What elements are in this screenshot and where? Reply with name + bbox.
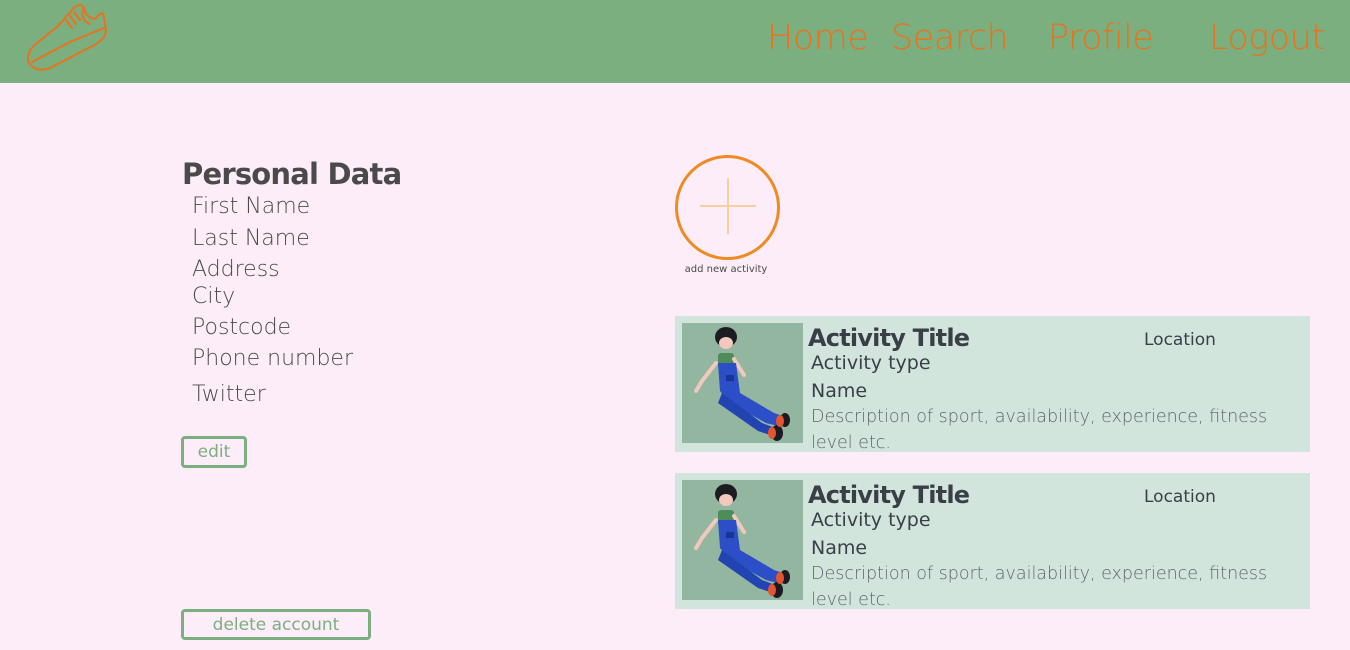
activity-name: Name: [811, 380, 868, 402]
activity-image: [682, 480, 803, 600]
personal-data-title: Personal Data: [182, 157, 402, 191]
nav-logout-link[interactable]: Logout: [1209, 18, 1325, 58]
activity-description: Description of sport, availability, expe…: [811, 564, 1268, 609]
activity-location: Location: [1144, 487, 1216, 507]
first-name-field: First Name: [192, 194, 311, 219]
activity-type: Activity type: [811, 352, 931, 374]
last-name-field: Last Name: [192, 226, 310, 251]
top-nav-bar: Home Search Profile Logout: [0, 0, 1350, 83]
sneaker-icon[interactable]: [24, 2, 108, 74]
address-field: Address: [192, 257, 280, 282]
activity-location: Location: [1144, 330, 1216, 350]
nav-home-link[interactable]: Home: [767, 18, 869, 58]
add-activity-button[interactable]: [675, 155, 780, 260]
city-field: City: [192, 284, 236, 309]
nav-search-link[interactable]: Search: [891, 18, 1009, 58]
activity-name: Name: [811, 537, 868, 559]
plus-icon: [700, 178, 756, 234]
phone-number-field: Phone number: [192, 346, 354, 371]
activity-title: Activity Title: [808, 481, 970, 509]
activity-type: Activity type: [811, 509, 931, 531]
postcode-field: Postcode: [192, 315, 292, 340]
activity-image: [682, 323, 803, 443]
nav-profile-link[interactable]: Profile: [1048, 18, 1154, 58]
activity-card[interactable]: Activity Title Location Activity type Na…: [675, 473, 1310, 609]
edit-button[interactable]: edit: [181, 436, 247, 468]
twitter-field: Twitter: [192, 382, 266, 407]
activity-description: Description of sport, availability, expe…: [811, 407, 1268, 452]
activity-title: Activity Title: [808, 324, 970, 352]
delete-account-button[interactable]: delete account: [181, 609, 371, 640]
activity-card[interactable]: Activity Title Location Activity type Na…: [675, 316, 1310, 452]
add-activity-label: add new activity: [684, 264, 768, 275]
